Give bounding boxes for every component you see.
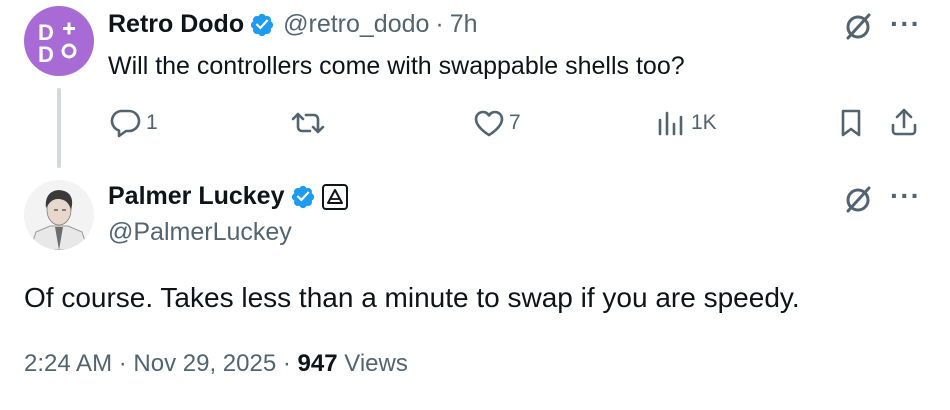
separator-dot: · (435, 10, 444, 38)
retro-dodo-logo: D D (38, 20, 77, 64)
like-button[interactable]: 7 (473, 108, 521, 138)
reply-tweet-text: Of course. Takes less than a minute to s… (24, 282, 800, 313)
verified-badge-icon[interactable] (290, 184, 316, 210)
reply-header: Palmer Luckey (108, 182, 348, 211)
verified-badge-icon[interactable] (249, 12, 275, 38)
retweet-icon (290, 108, 326, 138)
svg-text:D: D (38, 42, 54, 64)
parent-tweet-text: Will the controllers come with swappable… (108, 52, 685, 80)
like-count: 7 (509, 111, 521, 134)
separator-dot: · (118, 350, 127, 377)
share-icon[interactable] (888, 106, 920, 138)
reply-icon (108, 108, 142, 138)
retweet-button[interactable] (290, 108, 330, 138)
palmer-luckey-avatar[interactable] (24, 180, 94, 250)
views-count: 1K (691, 111, 717, 134)
thread-connector-line (57, 88, 61, 168)
grok-icon[interactable] (842, 183, 874, 215)
separator-dot: · (282, 350, 291, 377)
reply-views-label[interactable]: Views (344, 350, 408, 377)
reply-time[interactable]: 2:24 AM (24, 350, 112, 377)
reply-metadata: 2:24 AM · Nov 29, 2025 · 947 Views (24, 350, 408, 378)
grok-icon[interactable] (842, 10, 874, 42)
views-button[interactable]: 1K (655, 108, 717, 138)
reply-handle[interactable]: @PalmerLuckey (108, 218, 292, 247)
retro-dodo-avatar[interactable]: D D (24, 6, 94, 76)
reply-count: 1 (146, 111, 158, 134)
reply-button[interactable]: 1 (108, 108, 158, 138)
reply-author-name[interactable]: Palmer Luckey (108, 182, 285, 211)
parent-handle[interactable]: @retro_dodo (283, 10, 429, 39)
avatar-illustration (24, 180, 94, 250)
more-icon[interactable]: ··· (890, 8, 921, 40)
parent-header: Retro Dodo @retro_dodo · 7h (108, 10, 478, 39)
reply-date[interactable]: Nov 29, 2025 (133, 350, 276, 377)
parent-author-name[interactable]: Retro Dodo (108, 10, 244, 39)
bookmark-icon[interactable] (836, 108, 866, 138)
like-icon (473, 108, 505, 138)
affiliate-badge-icon[interactable] (321, 183, 348, 210)
more-icon[interactable]: ··· (890, 180, 921, 212)
views-icon (655, 108, 687, 138)
parent-timestamp[interactable]: 7h (450, 10, 478, 39)
reply-views-count[interactable]: 947 (298, 350, 338, 377)
